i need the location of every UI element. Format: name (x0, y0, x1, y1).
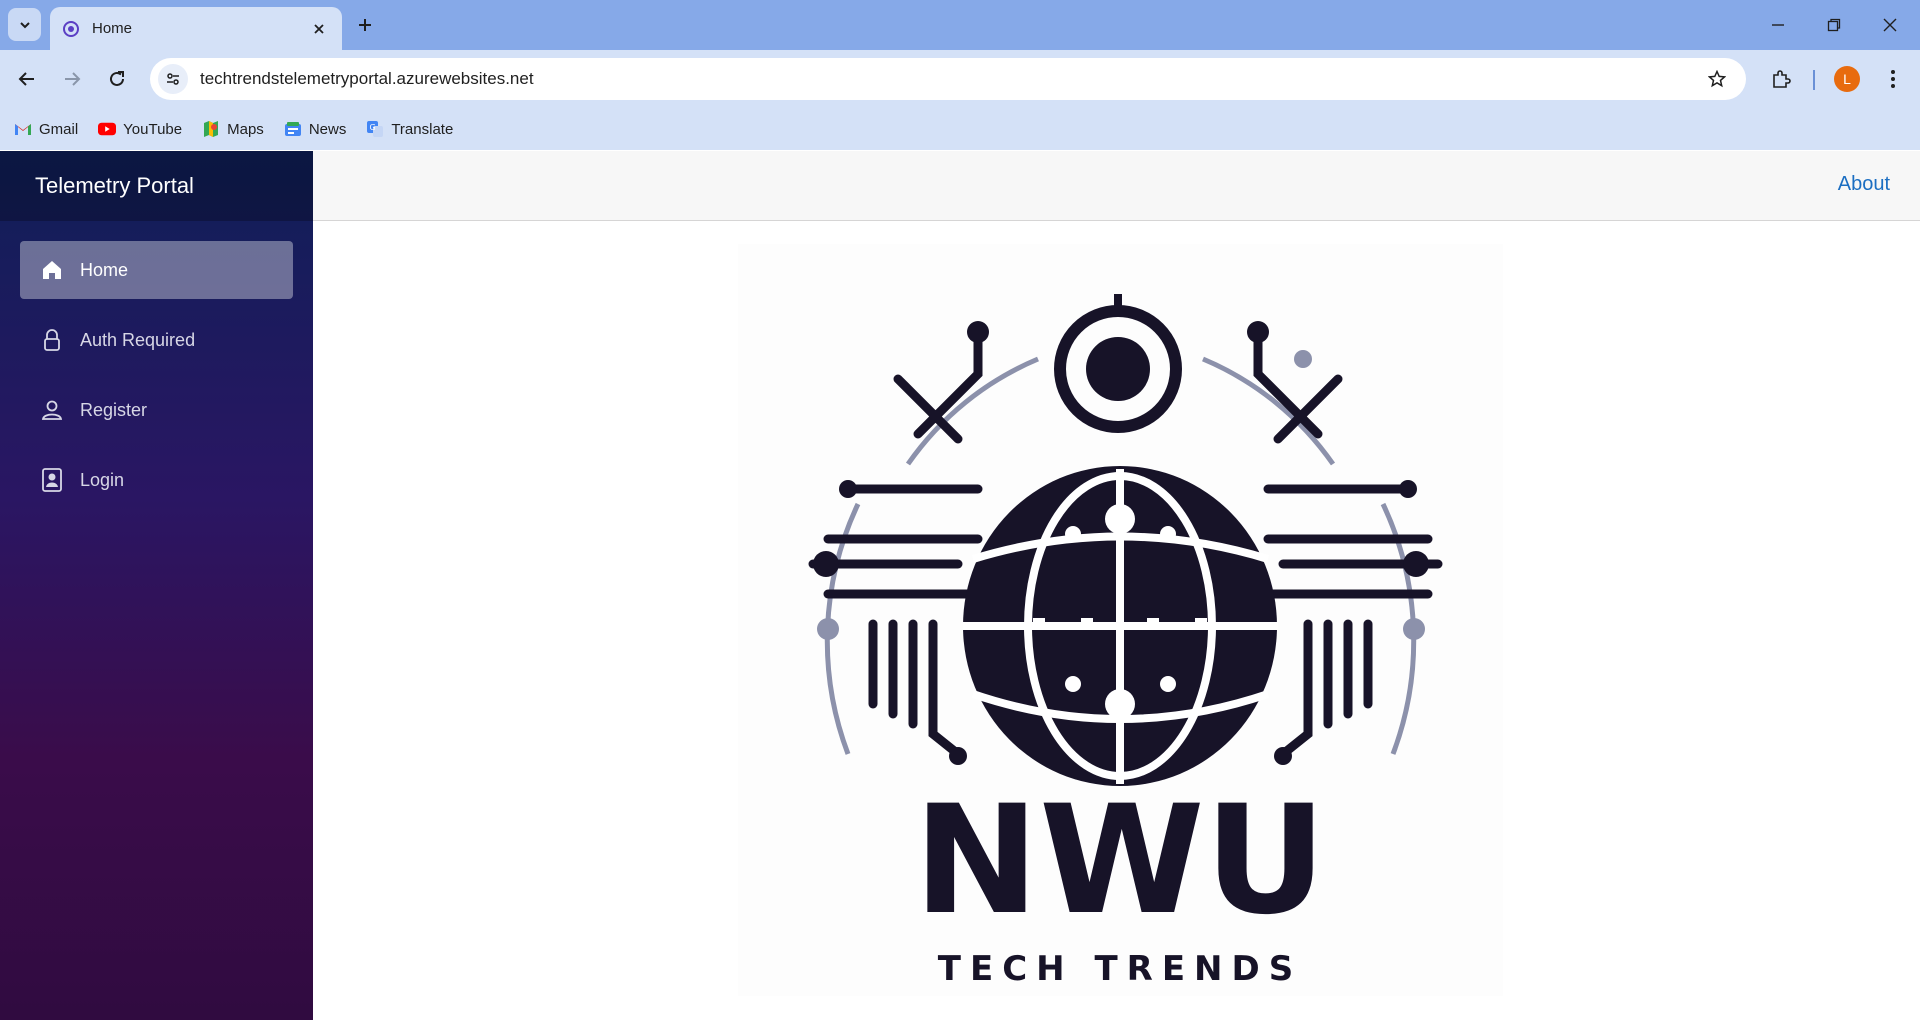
logo-graphic: NWU TECH TRENDS (808, 294, 1443, 989)
main-topbar: About (313, 151, 1920, 221)
minimize-icon (1772, 24, 1784, 26)
new-tab-button[interactable] (352, 12, 378, 38)
home-icon (40, 258, 64, 282)
sidebar-item-label: Login (80, 469, 125, 490)
sidebar: Telemetry Portal Home Auth Required Regi… (0, 151, 313, 1020)
forward-button[interactable] (57, 64, 87, 94)
bookmark-label: News (308, 120, 347, 138)
nav-list: Home Auth Required Register Login (0, 221, 313, 509)
tab-search-button[interactable] (8, 8, 41, 41)
back-button[interactable] (12, 64, 42, 94)
news-icon (284, 120, 302, 138)
sidebar-item-home[interactable]: Home (20, 241, 293, 299)
address-bar[interactable]: techtrendstelemetryportal.azurewebsites.… (150, 58, 1746, 100)
profile-avatar[interactable]: L (1834, 66, 1860, 92)
minimize-button[interactable] (1758, 10, 1798, 40)
translate-icon: G (366, 120, 384, 138)
badge-icon (40, 468, 64, 492)
sidebar-header: Telemetry Portal (0, 151, 313, 221)
tab-home[interactable]: Home (50, 7, 342, 50)
svg-text:G: G (370, 123, 376, 132)
reload-button[interactable] (102, 64, 132, 94)
bookmarks-bar: Gmail YouTube Maps News G Translate (0, 108, 1920, 150)
sidebar-item-label: Register (80, 399, 148, 420)
bookmark-label: Translate (391, 120, 454, 138)
youtube-icon (98, 120, 117, 138)
about-link[interactable]: About (1838, 173, 1890, 196)
restore-icon (1827, 18, 1841, 32)
chevron-down-icon (19, 21, 30, 28)
bookmark-star-icon[interactable] (1702, 64, 1732, 94)
restore-button[interactable] (1814, 10, 1854, 40)
arrow-left-icon (18, 72, 34, 86)
tab-title: Home (92, 20, 133, 37)
logo-tagline: TECH TRENDS (938, 949, 1302, 989)
toolbar-separator (1813, 70, 1815, 90)
more-vertical-icon (1891, 70, 1895, 88)
person-icon (40, 398, 64, 422)
arrow-right-icon (65, 72, 81, 86)
sidebar-item-login[interactable]: Login (20, 451, 293, 509)
bookmark-youtube[interactable]: YouTube (98, 120, 182, 138)
tab-close-icon[interactable] (308, 18, 330, 40)
url-text: techtrendstelemetryportal.azurewebsites.… (200, 69, 534, 88)
sidebar-item-label: Auth Required (80, 329, 196, 350)
bookmark-label: Gmail (39, 120, 79, 138)
bookmark-gmail[interactable]: Gmail (14, 120, 78, 138)
bookmark-label: Maps (227, 120, 264, 138)
extensions-button[interactable] (1766, 64, 1796, 94)
maps-icon (202, 120, 220, 138)
bookmark-maps[interactable]: Maps (202, 120, 264, 138)
close-icon (1883, 18, 1897, 32)
reload-icon (110, 71, 124, 86)
close-window-button[interactable] (1870, 10, 1910, 40)
nwu-logo: NWU TECH TRENDS (738, 244, 1503, 996)
brand-title[interactable]: Telemetry Portal (35, 173, 194, 199)
tab-strip: Home (0, 0, 1920, 50)
plus-icon (359, 19, 371, 31)
logo-wordmark: NWU (914, 774, 1327, 948)
sidebar-item-label: Home (80, 259, 129, 280)
site-favicon-icon (62, 20, 80, 38)
site-info-icon[interactable] (158, 64, 188, 94)
browser-toolbar: techtrendstelemetryportal.azurewebsites.… (0, 50, 1920, 108)
gmail-icon (14, 120, 32, 138)
browser-menu-button[interactable] (1878, 64, 1908, 94)
lock-icon (40, 328, 64, 352)
sidebar-item-auth-required[interactable]: Auth Required (20, 311, 293, 369)
bookmark-label: YouTube (123, 120, 183, 138)
bookmark-translate[interactable]: G Translate (366, 120, 453, 138)
bookmark-news[interactable]: News (284, 120, 347, 138)
sidebar-item-register[interactable]: Register (20, 381, 293, 439)
puzzle-icon (1773, 70, 1791, 88)
